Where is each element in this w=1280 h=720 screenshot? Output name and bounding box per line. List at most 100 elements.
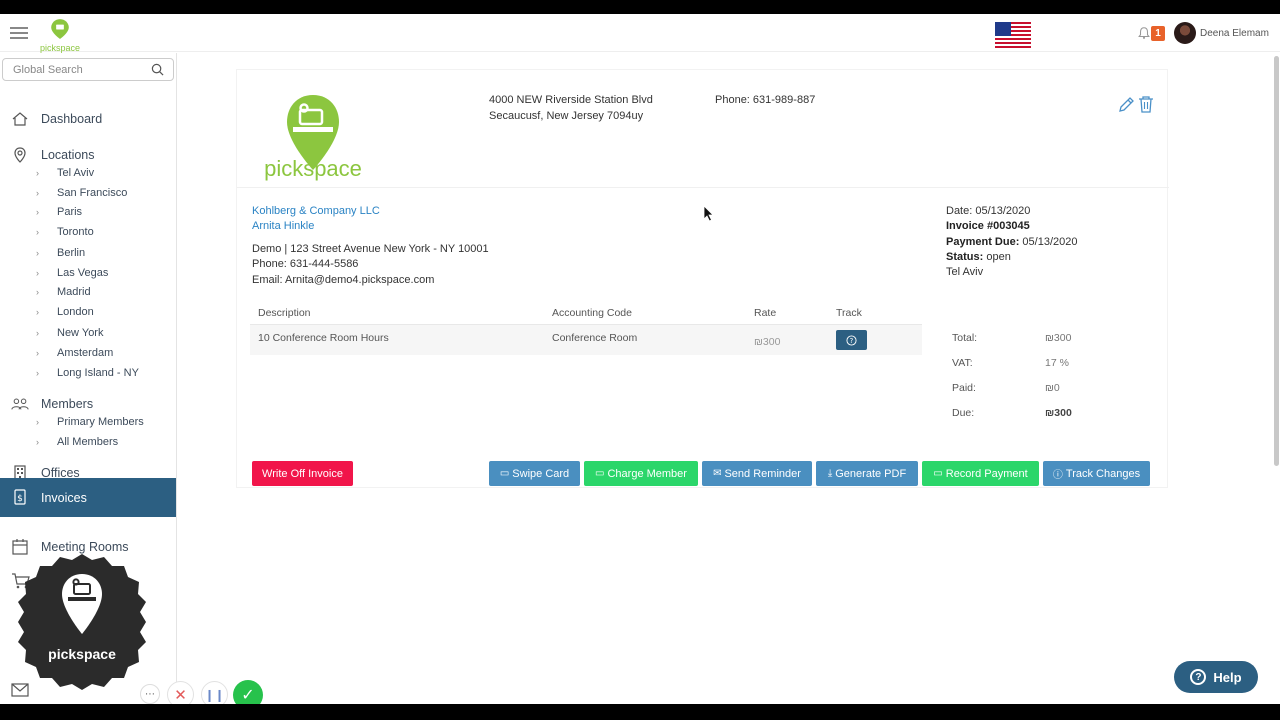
envelope-icon: ✉ [713, 468, 722, 479]
sidebar-location-item[interactable]: › Toronto [36, 226, 94, 244]
due-label: Due: [952, 407, 975, 419]
sidebar-member-item[interactable]: › Primary Members [36, 416, 144, 434]
column-header-track: Track [836, 307, 862, 319]
chevron-right-icon: › [36, 268, 39, 278]
sidebar-location-item[interactable]: › Amsterdam [36, 347, 113, 365]
sidebar-location-item[interactable]: › Tel Aviv [36, 167, 94, 185]
map-pin-icon [14, 147, 26, 163]
column-header-rate: Rate [754, 307, 777, 319]
button-label: Charge Member [607, 467, 687, 480]
sidebar-item-label: Members [41, 397, 94, 411]
sidebar-location-item[interactable]: › San Francisco [36, 187, 127, 205]
paid-label: Paid: [952, 382, 976, 394]
notification-count-badge[interactable]: 1 [1151, 26, 1165, 41]
invoice-location: Tel Aviv [946, 266, 984, 278]
sidebar-item-dashboard[interactable]: Dashboard [0, 107, 176, 131]
status-value: open [983, 251, 1011, 263]
due-value: ₪300 [1045, 407, 1072, 419]
app-logo[interactable]: pickspace [40, 18, 80, 53]
search-icon[interactable] [151, 63, 164, 76]
button-label: Track Changes [1065, 467, 1141, 480]
button-label: Generate PDF [835, 467, 907, 480]
total-value: ₪300 [1045, 332, 1072, 344]
sidebar-item-invoices[interactable]: $ Invoices [0, 478, 176, 517]
sidebar-location-item[interactable]: › London [36, 306, 94, 324]
user-menu[interactable]: Deena Elemam [1174, 22, 1269, 44]
download-icon: ⤓ [827, 468, 833, 479]
users-icon [11, 398, 29, 410]
column-header-description: Description [258, 307, 311, 319]
page-scrollbar[interactable] [1274, 56, 1279, 466]
charge-member-button[interactable]: ▭ Charge Member [584, 461, 698, 486]
sidebar-subitem-label: Berlin [57, 247, 86, 259]
global-search-input[interactable] [2, 58, 174, 81]
line-items-table: Description Accounting Code Rate Track 1… [250, 300, 922, 355]
question-icon: ? [1190, 669, 1207, 685]
sidebar-subitem-label: Amsterdam [57, 347, 114, 359]
chevron-right-icon: › [36, 437, 39, 447]
sidebar-item-locations[interactable]: Locations [0, 143, 176, 167]
track-changes-button[interactable]: ⓘ Track Changes [1043, 461, 1150, 486]
sidebar-subitem-label: Las Vegas [57, 267, 109, 279]
sidebar-item-label: Locations [41, 148, 95, 162]
invoice-date: Date: 05/13/2020 [946, 205, 1031, 217]
pickspace-logo-text: pickspace [264, 156, 362, 181]
generate-pdf-button[interactable]: ⤓ Generate PDF [816, 461, 918, 486]
vat-value: 17 % [1045, 357, 1069, 369]
help-button[interactable]: ? Help [1174, 661, 1258, 693]
customer-company-link[interactable]: Kohlberg & Company LLC [252, 205, 380, 217]
sidebar-location-item[interactable]: › Paris [36, 206, 82, 224]
sidebar-subitem-label: Toronto [57, 226, 94, 238]
chevron-right-icon: › [36, 287, 39, 297]
customer-name-link[interactable]: Arnita Hinkle [252, 220, 314, 232]
swipe-card-button[interactable]: ▭ Swipe Card [489, 461, 580, 486]
chevron-right-icon: › [36, 368, 39, 378]
table-row: 10 Conference Room Hours Conference Room… [250, 325, 922, 355]
sidebar-location-item[interactable]: › Madrid [36, 286, 91, 304]
location-pin-logo-icon [51, 19, 69, 39]
svg-text:$: $ [17, 494, 23, 504]
sidebar-member-item[interactable]: › All Members [36, 436, 118, 454]
bell-icon[interactable] [1137, 26, 1151, 40]
send-reminder-button[interactable]: ✉ Send Reminder [702, 461, 812, 486]
cancel-recording-button[interactable]: ✕ [167, 681, 194, 704]
sidebar-location-item[interactable]: › Long Island - NY [36, 367, 139, 385]
company-address-line2: Secaucusf, New Jersey 7094uy [489, 110, 644, 122]
us-flag-icon[interactable] [995, 22, 1031, 48]
chevron-right-icon: › [36, 188, 39, 198]
app-screen: pickspace 1 Deena Elemam Global Search D… [0, 14, 1280, 704]
credit-card-icon: ▭ [499, 468, 510, 479]
record-payment-button[interactable]: ▭ Record Payment [922, 461, 1039, 486]
chevron-right-icon: › [36, 248, 39, 258]
status-label: Status: [946, 251, 984, 263]
track-button[interactable]: ? [836, 330, 867, 350]
ellipsis-icon: ⋯ [145, 688, 155, 700]
chevron-right-icon: › [36, 328, 39, 338]
write-off-invoice-button[interactable]: Write Off Invoice [252, 461, 353, 486]
sidebar-item-members[interactable]: Members [0, 392, 176, 416]
sidebar-subitem-label: All Members [57, 436, 119, 448]
sidebar-location-item[interactable]: › Berlin [36, 247, 85, 265]
button-label: Send Reminder [724, 467, 801, 480]
company-address-line1: 4000 NEW Riverside Station Blvd [489, 94, 653, 106]
user-name: Deena Elemam [1200, 27, 1269, 39]
hamburger-menu-icon[interactable] [10, 27, 28, 39]
sidebar-location-item[interactable]: › Las Vegas [36, 267, 108, 285]
pickspace-badge-logo-icon [18, 554, 146, 690]
sidebar-item-label: Invoices [41, 490, 87, 505]
more-options-button[interactable]: ⋯ [140, 684, 160, 704]
trash-icon[interactable] [1138, 95, 1154, 114]
pencil-icon[interactable] [1117, 96, 1135, 114]
pause-recording-button[interactable]: ❙❙ [201, 681, 228, 704]
svg-text:?: ? [850, 336, 854, 344]
chevron-right-icon: › [36, 348, 39, 358]
invoice-number: Invoice #003045 [946, 220, 1030, 232]
button-label: Swipe Card [512, 467, 570, 480]
finish-recording-button[interactable]: ✓ [233, 680, 263, 704]
credit-card-icon: ▭ [595, 468, 605, 479]
avatar [1174, 22, 1196, 44]
customer-email: Email: Arnita@demo4.pickspace.com [252, 274, 435, 286]
sidebar-location-item[interactable]: › New York [36, 327, 103, 345]
sidebar-item-label: Dashboard [41, 112, 103, 126]
row-rate: ₪300 [754, 336, 781, 348]
